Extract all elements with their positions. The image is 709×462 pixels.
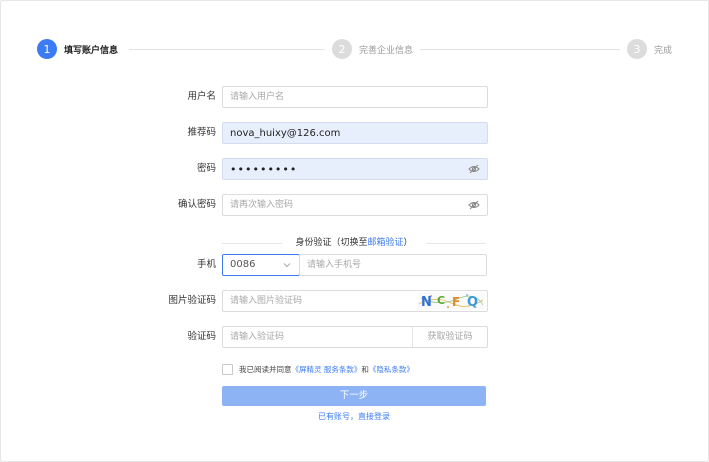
password-field-box [222, 158, 488, 180]
eye-closed-icon[interactable] [468, 164, 480, 174]
captcha-char: N [421, 295, 432, 310]
step-2-label: 完善企业信息 [359, 45, 414, 56]
referral-row: 推荐码 [1, 122, 709, 144]
confirm-password-label: 确认密码 [177, 199, 216, 210]
sms-code-field-box: 获取验证码 [222, 326, 488, 348]
captcha-image[interactable]: N C F Q [417, 292, 485, 310]
username-field-box [222, 86, 488, 108]
phone-input[interactable] [300, 255, 486, 275]
sms-code-input[interactable] [223, 327, 413, 347]
agreement-text: 我已阅读并同意《屏精灵 服务条款》和《隐私条款》 [239, 364, 414, 375]
step-1-number: 1 [37, 39, 57, 59]
agreement-and: 和 [361, 364, 369, 374]
phone-row: 手机 0086 [1, 254, 709, 276]
get-sms-code-button[interactable]: 获取验证码 [412, 327, 487, 347]
identity-verify-prefix: 身份验证（切换至 [295, 238, 368, 248]
captcha-label: 图片验证码 [168, 295, 216, 306]
captcha-field-box: N C F Q [222, 290, 488, 312]
step-2: 2 完善企业信息 [332, 38, 413, 60]
registration-card: 1 填写账户信息 2 完善企业信息 3 完成 用户名 推荐码 密码 [0, 0, 709, 462]
sms-code-row: 验证码 获取验证码 [1, 326, 709, 348]
identity-verify-heading: 身份验证（切换至邮箱验证） [222, 236, 486, 250]
referral-input[interactable] [223, 123, 487, 143]
username-input[interactable] [223, 87, 487, 107]
chevron-down-icon [283, 263, 291, 268]
country-code-value: 0086 [230, 259, 256, 270]
confirm-password-field-box [222, 194, 488, 216]
confirm-password-input[interactable] [223, 195, 487, 215]
username-label: 用户名 [187, 91, 216, 102]
agreement-prefix: 我已阅读并同意 [239, 364, 292, 374]
terms-of-service-link[interactable]: 《屏精灵 服务条款》 [292, 365, 362, 374]
agreement-row: 我已阅读并同意《屏精灵 服务条款》和《隐私条款》 [222, 363, 414, 375]
step-1: 1 填写账户信息 [37, 38, 118, 60]
next-step-button[interactable]: 下一步 [222, 386, 486, 406]
username-row: 用户名 [1, 86, 709, 108]
password-row: 密码 [1, 158, 709, 180]
confirm-password-row: 确认密码 [1, 194, 709, 216]
referral-field-box [222, 122, 488, 144]
captcha-char: Q [467, 295, 478, 310]
step-3-number: 3 [627, 39, 647, 59]
referral-label: 推荐码 [187, 127, 216, 138]
password-input[interactable] [223, 159, 487, 179]
identity-verify-divider: 身份验证（切换至邮箱验证） [222, 236, 486, 250]
switch-to-email-link[interactable]: 邮箱验证 [367, 238, 403, 248]
sms-code-label: 验证码 [187, 331, 216, 342]
step-1-label: 填写账户信息 [64, 45, 119, 56]
step-2-number: 2 [332, 39, 352, 59]
eye-closed-icon[interactable] [468, 200, 480, 210]
phone-field-box [299, 254, 487, 276]
step-connector [420, 49, 620, 50]
step-3: 3 完成 [627, 38, 672, 60]
password-label: 密码 [196, 163, 216, 174]
country-code-select[interactable]: 0086 [222, 254, 300, 276]
login-link[interactable]: 已有账号，直接登录 [222, 411, 486, 423]
identity-verify-suffix: ） [403, 238, 413, 248]
captcha-row: 图片验证码 N C F Q [1, 290, 709, 312]
step-3-label: 完成 [654, 45, 673, 56]
agree-checkbox[interactable] [222, 363, 233, 375]
captcha-char: F [452, 295, 460, 309]
progress-steps: 1 填写账户信息 2 完善企业信息 3 完成 [37, 38, 672, 60]
privacy-policy-link[interactable]: 《隐私条款》 [369, 365, 414, 374]
captcha-char: C [437, 294, 445, 307]
step-connector [129, 49, 325, 50]
phone-label: 手机 [196, 259, 216, 270]
